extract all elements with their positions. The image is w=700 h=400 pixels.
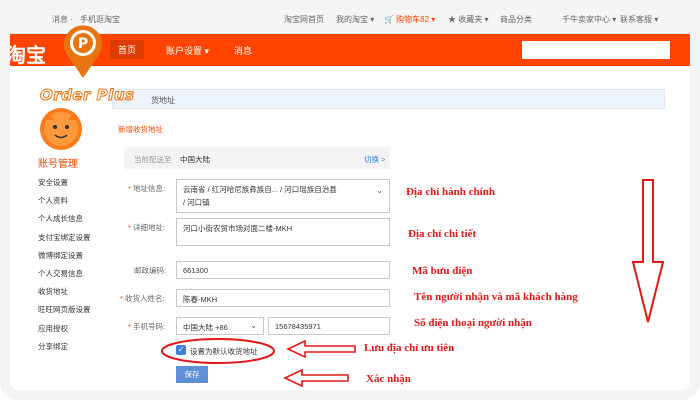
phone-country-value: 中国大陆 +86 [183,323,228,332]
phone-number-field[interactable]: 15678435971 [268,317,390,335]
address-select[interactable]: 云南省 / 红河哈尼族彝族自... / 河口瑶族自治县 / 河口镇 ⌄ [176,179,390,213]
search-input[interactable] [522,41,670,59]
detail-address-field[interactable]: 河口小街农贸市场对面二楼-MKH [176,218,390,246]
nav-home[interactable]: 首页 [110,40,145,59]
chevron-down-icon: ⌄ [250,321,257,330]
recipient-label: * 收货人姓名: [120,294,165,303]
sidebar-item-profile[interactable]: 个人资料 [38,192,91,210]
sidebar-item-security[interactable]: 安全设置 [38,174,91,192]
note-admin-address: Địa chỉ hành chính [406,186,495,198]
left-arrow-icon [286,339,356,359]
location-pin-icon: P [64,25,102,78]
note-save-priority: Lưu địa chỉ ưu tiên [364,342,455,354]
note-confirm: Xác nhận [366,373,411,385]
default-address-checkbox[interactable]: ✓ [176,345,186,355]
recipient-name-field[interactable]: 陈春-MKH [176,289,390,307]
zip-label: 邮政编码: [134,266,167,275]
detail-label: * 详细地址: [128,223,166,232]
topbar-home[interactable]: 淘宝网首页 [284,14,324,25]
address-line1: 云南省 / 红河哈尼族彝族自... / 河口瑶族自治县 [183,185,337,194]
new-address-title: 新增收货地址 [118,125,163,134]
sidebar-item-share[interactable]: 分享绑定 [38,338,91,356]
note-phone: Số điện thoại người nhận [414,317,532,329]
down-arrow-icon [631,179,665,323]
taobao-logo[interactable]: 淘宝 [6,39,46,68]
breadcrumb: 货地址 [112,89,665,109]
sidebar-item-growth[interactable]: 个人成长信息 [38,210,91,228]
left-arrow-icon [283,368,349,388]
topbar-favorites[interactable]: ★ 收藏夹 ▾ [448,14,488,25]
note-zip-code: Mã bưu điện [412,265,473,277]
sidebar-item-app-auth[interactable]: 应用授权 [38,320,91,338]
topbar-seller-center[interactable]: 千牛卖家中心 ▾ [562,14,616,25]
note-recipient: Tên người nhận và mã khách hàng [414,291,578,303]
sidebar-item-weibo[interactable]: 微博绑定设置 [38,247,91,265]
sidebar-menu: 安全设置 个人资料 个人成长信息 支付宝绑定设置 微博绑定设置 个人交易信息 收… [38,174,91,356]
topbar-service[interactable]: 联系客服 ▾ [620,14,658,25]
chevron-down-icon: ⌄ [376,186,383,195]
sidebar-item-trade-info[interactable]: 个人交易信息 [38,265,91,283]
phone-label: * 手机号码: [128,322,166,331]
phone-country-select[interactable]: 中国大陆 +86 ⌄ [176,317,264,335]
address-label: * 地址信息: [128,184,166,193]
default-address-label: 设置为默认收货地址 [190,347,258,356]
sidebar-title: 账号管理 [38,159,78,170]
note-detail-address: Địa chỉ chi tiết [408,228,477,240]
nav-messages[interactable]: 消息 [234,44,252,57]
sidebar-item-alipay[interactable]: 支付宝绑定设置 [38,229,91,247]
avatar [40,108,82,150]
region-row: 当前配送至 中国大陆 切换 > [124,147,390,169]
topbar-cart[interactable]: 🛒 购物车82 ▾ [384,14,435,25]
address-line2: / 河口镇 [183,198,210,207]
sidebar-item-address[interactable]: 收货地址 [38,283,91,301]
nav-account-settings[interactable]: 账户设置 ▾ [166,44,209,57]
save-button[interactable]: 保存 [176,366,208,383]
topbar-categories[interactable]: 商品分类 [500,14,532,25]
region-switch-link[interactable]: 切换 > [364,154,385,165]
breadcrumb-label: 货地址 [151,96,175,105]
region-value: 中国大陆 [180,155,210,164]
sidebar-item-wangwang[interactable]: 旺旺网页版设置 [38,301,91,319]
zip-code-field[interactable]: 661300 [176,261,390,279]
region-label: 当前配送至 [134,155,172,164]
watermark-logo-text: Order Plus [39,86,135,105]
topbar-my-taobao[interactable]: 我的淘宝 ▾ [336,14,374,25]
svg-text:P: P [78,36,88,52]
